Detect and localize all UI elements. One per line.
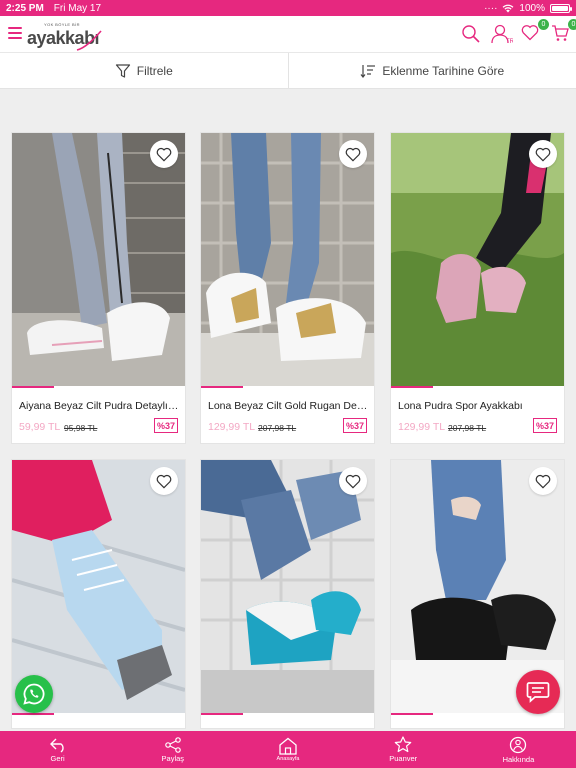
cart-badge: 0 <box>568 19 576 30</box>
whatsapp-icon <box>23 683 45 705</box>
sort-button[interactable]: Eklenme Tarihine Göre <box>289 53 576 88</box>
status-time: 2:25 PM <box>6 2 44 14</box>
hamburger-menu-icon[interactable] <box>8 27 22 39</box>
nav-home[interactable]: Anasayfa <box>230 731 345 768</box>
product-name[interactable]: Lona Pudra Spor Ayakkabı <box>398 400 558 412</box>
heart-icon <box>156 474 172 489</box>
heart-icon <box>345 474 361 489</box>
heart-icon <box>345 147 361 162</box>
product-card[interactable]: Lona Pudra Spor Ayakkabı 129,99 TL 207,9… <box>390 132 565 444</box>
discount-badge: %37 <box>153 418 178 433</box>
heart-icon <box>156 147 172 162</box>
nav-back[interactable]: Geri <box>0 731 115 768</box>
discount-badge: %37 <box>532 418 557 433</box>
logo-tagline: YOK BÖYLE BİR <box>44 22 80 27</box>
product-price: 59,99 TL <box>19 421 61 433</box>
logo-swoosh-icon <box>76 30 102 51</box>
favorite-toggle-button[interactable] <box>529 467 557 495</box>
signal-dots-icon: ···· <box>484 2 498 14</box>
favorites-heart-icon[interactable]: 0 <box>521 19 549 46</box>
back-arrow-icon <box>49 738 64 753</box>
product-card[interactable] <box>200 459 375 729</box>
sort-icon <box>360 64 376 78</box>
favorite-toggle-button[interactable] <box>529 140 557 168</box>
card-accent-line <box>12 386 54 388</box>
battery-percent: 100% <box>519 2 545 14</box>
nav-share[interactable]: Paylaş <box>115 731 230 768</box>
product-image[interactable] <box>391 133 564 386</box>
favorite-toggle-button[interactable] <box>150 467 178 495</box>
star-icon <box>394 736 412 753</box>
favorite-toggle-button[interactable] <box>150 140 178 168</box>
favorite-toggle-button[interactable] <box>339 467 367 495</box>
logo[interactable]: YOK BÖYLE BİR ayakkabı <box>27 20 107 51</box>
wifi-icon <box>503 4 514 12</box>
discount-badge: %37 <box>342 418 367 433</box>
nav-back-label: Geri <box>50 753 65 763</box>
svg-text:TR: TR <box>506 39 513 44</box>
cart-icon[interactable]: 0 <box>551 19 576 46</box>
sort-label: Eklenme Tarihine Göre <box>382 63 505 78</box>
card-accent-line <box>201 386 243 388</box>
search-icon[interactable] <box>461 24 483 46</box>
filter-button[interactable]: Filtrele <box>0 53 288 88</box>
product-image[interactable] <box>201 133 374 386</box>
product-name[interactable]: Aiyana Beyaz Cilt Pudra Detaylı S... <box>19 400 179 412</box>
heart-icon <box>535 147 551 162</box>
battery-icon <box>550 3 572 13</box>
status-date: Fri May 17 <box>53 2 102 14</box>
product-card[interactable]: Lona Beyaz Cilt Gold Rugan Deta... 129,9… <box>200 132 375 444</box>
product-old-price: 207,98 TL <box>258 423 297 433</box>
nav-home-label: Anasayfa <box>276 756 300 762</box>
nav-share-label: Paylaş <box>161 753 185 763</box>
bottom-navigation: Geri Paylaş Anasayfa Puanver Hakkında <box>0 731 576 768</box>
product-image[interactable] <box>12 133 185 386</box>
app-header: YOK BÖYLE BİR ayakkabı TR 0 0 <box>0 16 576 53</box>
user-account-icon[interactable]: TR <box>491 24 515 46</box>
favorite-toggle-button[interactable] <box>339 140 367 168</box>
filter-sort-toolbar: Filtrele Eklenme Tarihine Göre <box>0 53 576 89</box>
product-old-price: 207,98 TL <box>448 423 487 433</box>
nav-rate[interactable]: Puanver <box>346 731 461 768</box>
card-accent-line <box>201 713 243 715</box>
product-old-price: 95,98 TL <box>64 423 98 433</box>
product-name[interactable]: Lona Beyaz Cilt Gold Rugan Deta... <box>208 400 368 412</box>
home-icon <box>279 737 297 755</box>
chat-bubble-icon <box>526 682 550 703</box>
share-icon <box>164 736 181 753</box>
filter-label: Filtrele <box>136 63 173 78</box>
info-icon <box>510 736 527 753</box>
product-price: 129,99 TL <box>208 421 256 433</box>
filter-funnel-icon <box>115 63 130 78</box>
live-chat-button[interactable] <box>516 670 560 714</box>
card-accent-line <box>12 713 54 715</box>
nav-about-label: Hakkında <box>502 754 535 764</box>
card-accent-line <box>391 713 433 715</box>
nav-about[interactable]: Hakkında <box>461 731 576 768</box>
whatsapp-button[interactable] <box>15 675 53 713</box>
card-accent-line <box>391 386 433 388</box>
product-image[interactable] <box>201 460 374 713</box>
product-card[interactable]: Aiyana Beyaz Cilt Pudra Detaylı S... 59,… <box>11 132 186 444</box>
favorites-badge: 0 <box>538 19 549 30</box>
product-price: 129,99 TL <box>398 421 446 433</box>
status-bar: 2:25 PM Fri May 17 ···· 100% <box>0 0 576 16</box>
nav-rate-label: Puanver <box>389 754 418 763</box>
heart-icon <box>535 474 551 489</box>
